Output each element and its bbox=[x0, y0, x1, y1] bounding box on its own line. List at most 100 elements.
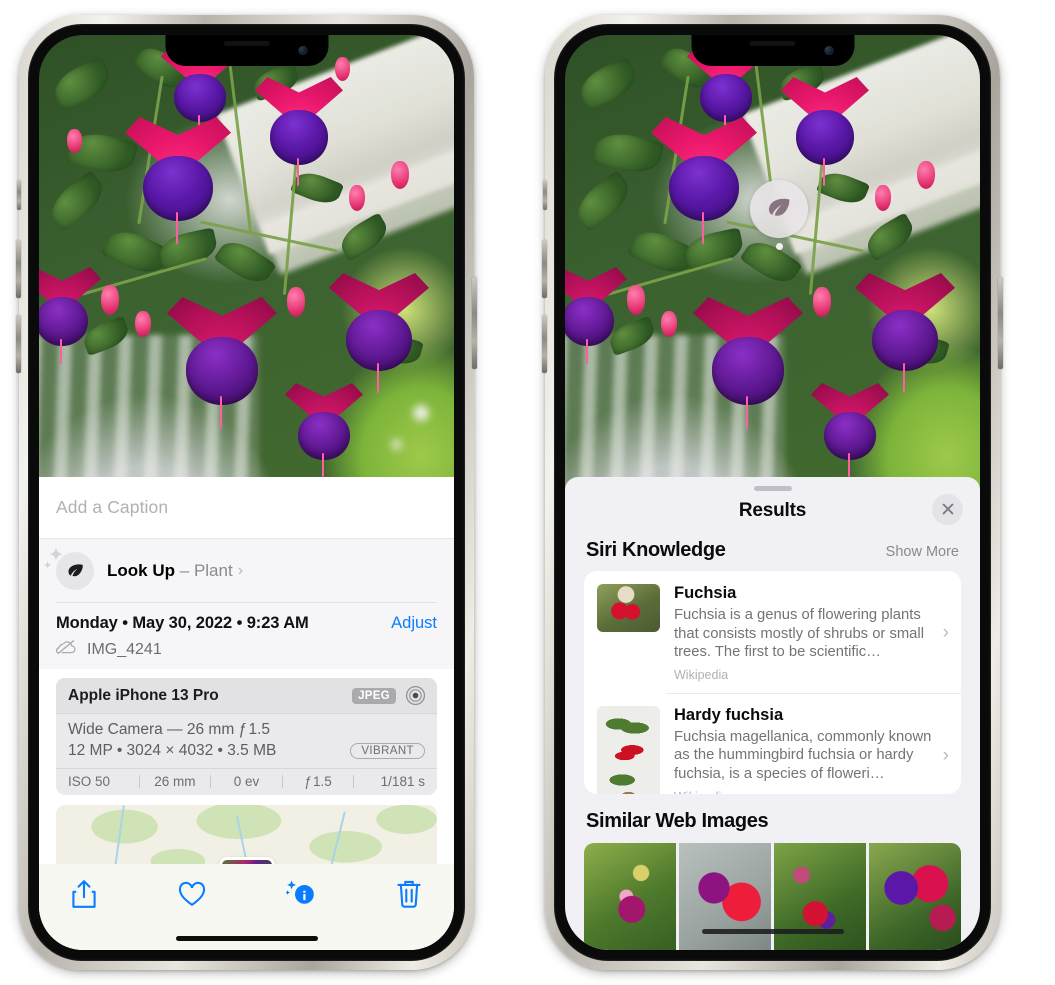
bokeh-highlight bbox=[391, 439, 402, 450]
show-more-button[interactable]: Show More bbox=[886, 544, 959, 560]
results-sheet: Results Siri Knowledge Show More Fuchsia… bbox=[565, 477, 980, 950]
right-phone-device: Results Siri Knowledge Show More Fuchsia… bbox=[542, 15, 1003, 970]
adjust-button[interactable]: Adjust bbox=[391, 614, 437, 633]
exif-card[interactable]: Apple iPhone 13 Pro JPEG Wide Camera — 2… bbox=[56, 678, 437, 795]
fuchsia-flower bbox=[855, 273, 955, 394]
fuchsia-flower bbox=[125, 117, 231, 245]
volume-down-button[interactable] bbox=[16, 315, 21, 373]
fuchsia-flower bbox=[255, 77, 343, 186]
camera-model: Apple iPhone 13 Pro bbox=[68, 686, 219, 704]
notch bbox=[691, 35, 854, 66]
web-image-thumb[interactable] bbox=[584, 843, 676, 950]
photo-filename: IMG_4241 bbox=[87, 640, 162, 658]
visual-lookup-badge-dot bbox=[776, 243, 783, 250]
knowledge-card-description: Fuchsia magellanica, commonly known as t… bbox=[674, 728, 932, 783]
volume-up-button[interactable] bbox=[16, 240, 21, 298]
silent-switch[interactable] bbox=[543, 180, 547, 210]
bokeh-highlight bbox=[413, 405, 429, 421]
fuchsia-flower bbox=[285, 383, 363, 478]
look-up-row[interactable]: ✦ ✦ Look Up – Plant › bbox=[39, 539, 454, 603]
leaf-icon bbox=[56, 552, 94, 590]
right-phone-bezel: Results Siri Knowledge Show More Fuchsia… bbox=[554, 24, 991, 961]
notch bbox=[165, 35, 328, 66]
flower-bud bbox=[813, 287, 831, 317]
earpiece-speaker bbox=[223, 41, 270, 46]
knowledge-card-text: Hardy fuchsia Fuchsia magellanica, commo… bbox=[674, 706, 939, 794]
power-button[interactable] bbox=[472, 277, 477, 369]
chevron-right-icon: › bbox=[942, 622, 949, 644]
flower-bud bbox=[875, 185, 891, 211]
knowledge-card[interactable]: Fuchsia Fuchsia is a genus of flowering … bbox=[584, 571, 961, 693]
knowledge-thumbnail bbox=[597, 584, 660, 633]
siri-knowledge-header: Siri Knowledge Show More bbox=[565, 532, 980, 571]
results-title: Results bbox=[738, 500, 807, 522]
photo-date: Monday • May 30, 2022 • 9:23 AM bbox=[56, 614, 309, 632]
knowledge-card-description: Fuchsia is a genus of flowering plants t… bbox=[674, 607, 924, 661]
exif-stat-iso: ISO 50 bbox=[68, 774, 111, 789]
caption-input[interactable]: Add a Caption bbox=[56, 497, 168, 518]
volume-up-button[interactable] bbox=[542, 240, 547, 298]
exif-header: Apple iPhone 13 Pro JPEG bbox=[56, 678, 437, 714]
fuchsia-flower bbox=[693, 297, 803, 430]
silent-switch[interactable] bbox=[17, 180, 21, 210]
exif-body: Wide Camera — 26 mm ƒ 1.5 12 MP • 3024 ×… bbox=[56, 714, 437, 768]
knowledge-card-title: Hardy fuchsia bbox=[674, 705, 784, 724]
web-image-thumb[interactable] bbox=[869, 843, 961, 950]
photographic-style-badge: VIBRANT bbox=[350, 743, 425, 759]
share-icon[interactable] bbox=[69, 878, 99, 910]
fuchsia-flower bbox=[167, 297, 277, 430]
chevron-right-icon: › bbox=[942, 744, 949, 766]
metadata-block: Monday • May 30, 2022 • 9:23 AM Adjust I… bbox=[39, 603, 454, 669]
close-icon[interactable] bbox=[932, 493, 963, 525]
raw-target-icon[interactable] bbox=[405, 685, 426, 706]
fuchsia-flower bbox=[565, 267, 627, 364]
exif-stat-focal: 26 mm bbox=[154, 774, 196, 789]
look-up-label: Look Up – Plant bbox=[107, 561, 233, 581]
fuchsia-flower bbox=[781, 77, 869, 186]
right-phone-screen: Results Siri Knowledge Show More Fuchsia… bbox=[565, 35, 980, 950]
look-up-subject: Plant bbox=[193, 561, 233, 580]
caption-row[interactable]: Add a Caption bbox=[39, 477, 454, 539]
fuchsia-flower bbox=[329, 273, 429, 394]
results-header: Results bbox=[565, 491, 980, 533]
image-size-info: 12 MP • 3024 × 4032 • 3.5 MB bbox=[68, 742, 277, 759]
home-indicator[interactable] bbox=[701, 929, 844, 934]
exif-stat-aperture: ƒ 1.5 bbox=[304, 774, 332, 789]
knowledge-card[interactable]: Hardy fuchsia Fuchsia magellanica, commo… bbox=[584, 692, 961, 795]
similar-web-images-title: Similar Web Images bbox=[586, 810, 769, 833]
fuchsia-flower bbox=[651, 117, 757, 245]
flower-bud bbox=[391, 161, 409, 189]
volume-down-button[interactable] bbox=[542, 315, 547, 373]
knowledge-card-text: Fuchsia Fuchsia is a genus of flowering … bbox=[674, 584, 939, 682]
left-phone-screen: Add a Caption ✦ ✦ Look Up – Plant › Mond… bbox=[39, 35, 454, 950]
knowledge-thumbnail bbox=[597, 705, 660, 795]
visual-lookup-badge[interactable] bbox=[750, 180, 808, 238]
front-camera-icon bbox=[298, 46, 307, 55]
metadata-date-row: Monday • May 30, 2022 • 9:23 AM Adjust bbox=[56, 614, 437, 633]
left-phone-device: Add a Caption ✦ ✦ Look Up – Plant › Mond… bbox=[16, 15, 477, 970]
exif-stat-shutter: 1/181 s bbox=[380, 774, 425, 789]
chevron-right-icon: › bbox=[237, 562, 244, 579]
exif-stat-ev: 0 ev bbox=[233, 774, 260, 789]
format-badge: JPEG bbox=[352, 687, 396, 704]
exif-stats-row: ISO 50 26 mm 0 ev ƒ 1.5 1/181 s bbox=[56, 768, 437, 795]
screenshot-stage: Add a Caption ✦ ✦ Look Up – Plant › Mond… bbox=[0, 0, 1055, 985]
trash-icon[interactable] bbox=[394, 878, 424, 910]
power-button[interactable] bbox=[998, 277, 1003, 369]
fuchsia-flower bbox=[39, 267, 101, 364]
heart-icon[interactable] bbox=[177, 878, 207, 910]
flower-bud bbox=[917, 161, 935, 189]
lens-info: Wide Camera — 26 mm ƒ 1.5 bbox=[68, 721, 270, 738]
flower-bud bbox=[661, 311, 677, 337]
siri-knowledge-title: Siri Knowledge bbox=[586, 539, 726, 562]
flower-bud bbox=[135, 311, 151, 337]
leaf-icon bbox=[768, 198, 790, 216]
earpiece-speaker bbox=[749, 41, 796, 46]
front-camera-icon bbox=[824, 46, 833, 55]
knowledge-card-title: Fuchsia bbox=[674, 584, 737, 603]
icloud-slash-icon bbox=[55, 639, 78, 660]
exif-header-right: JPEG bbox=[352, 685, 426, 706]
home-indicator[interactable] bbox=[175, 936, 318, 941]
info-sparkle-icon[interactable] bbox=[285, 878, 316, 910]
flower-bud bbox=[287, 287, 305, 317]
